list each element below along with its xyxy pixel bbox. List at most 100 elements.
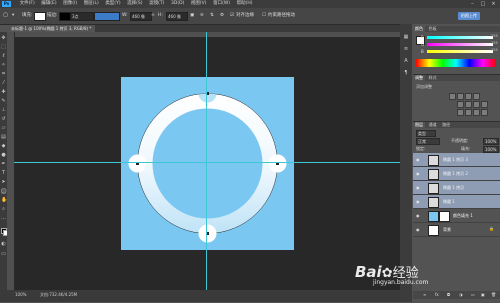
eyedropper-icon[interactable]: ⁄ bbox=[1, 81, 6, 86]
menu-select[interactable]: 选择(S) bbox=[127, 0, 142, 8]
eye-icon[interactable]: ◉ bbox=[416, 171, 420, 176]
paragraph-panel-icon[interactable]: ¶ bbox=[403, 70, 409, 76]
crop-tool-icon[interactable]: ⌗ bbox=[1, 72, 6, 77]
tab-layers[interactable]: 图层 bbox=[413, 122, 425, 128]
eye-icon[interactable]: ◉ bbox=[416, 185, 420, 190]
slider-b[interactable]: B bbox=[421, 49, 493, 54]
vertical-guide[interactable] bbox=[206, 32, 207, 290]
more-tools-icon[interactable]: … bbox=[1, 216, 6, 221]
fill-swatch[interactable] bbox=[34, 12, 46, 21]
curves-icon[interactable] bbox=[465, 93, 472, 100]
menu-edit[interactable]: 编辑(E) bbox=[41, 0, 56, 8]
maximize-button[interactable]: □ bbox=[478, 0, 487, 8]
move-tool-icon[interactable]: ✥ bbox=[1, 36, 6, 41]
upload-badge[interactable]: 拍照上传 bbox=[458, 12, 480, 20]
layer-kind-filter[interactable]: 类型 bbox=[416, 130, 436, 137]
brush-tool-icon[interactable]: ✎ bbox=[1, 99, 6, 104]
magic-wand-icon[interactable]: ✧ bbox=[1, 63, 6, 68]
slider-r[interactable]: R bbox=[421, 35, 493, 40]
properties-panel-icon[interactable]: ≡ bbox=[403, 46, 409, 52]
opacity-field[interactable]: 100% bbox=[483, 138, 499, 145]
levels-icon[interactable] bbox=[457, 93, 464, 100]
healing-brush-icon[interactable]: ✚ bbox=[1, 90, 6, 95]
layer-row[interactable]: ◉ 椭圆 1 bbox=[413, 195, 500, 209]
eye-icon[interactable]: ◉ bbox=[416, 213, 420, 218]
new-layer-icon[interactable]: ▣ bbox=[481, 292, 485, 297]
menu-3d[interactable]: 3D(D) bbox=[171, 0, 184, 8]
character-panel-icon[interactable]: A bbox=[403, 58, 409, 64]
blur-tool-icon[interactable]: ◆ bbox=[1, 144, 6, 149]
horizontal-guide[interactable] bbox=[14, 162, 400, 163]
gradient-map-icon[interactable] bbox=[481, 109, 488, 116]
invert-icon[interactable] bbox=[457, 109, 464, 116]
blend-mode-dropdown[interactable]: 正常 bbox=[416, 138, 440, 145]
zoom-tool-icon[interactable]: ⌕ bbox=[1, 207, 6, 212]
clone-stamp-icon[interactable]: ⊥ bbox=[1, 108, 6, 113]
menu-help[interactable]: 帮助(H) bbox=[237, 0, 253, 8]
pen-tool-icon[interactable]: ✒ bbox=[1, 162, 6, 167]
value-b[interactable]: 255 bbox=[491, 48, 498, 52]
minimize-button[interactable]: – bbox=[468, 0, 477, 8]
link-icon[interactable]: ∞ bbox=[151, 12, 155, 20]
posterize-icon[interactable] bbox=[465, 109, 472, 116]
marquee-tool-icon[interactable]: ⬚ bbox=[1, 45, 6, 50]
value-g[interactable]: 255 bbox=[491, 41, 498, 45]
value-r[interactable]: 255 bbox=[491, 34, 498, 38]
stroke-type-dropdown[interactable] bbox=[94, 12, 120, 21]
brightness-icon[interactable] bbox=[449, 93, 456, 100]
canvas-workspace[interactable] bbox=[15, 38, 400, 290]
layer-mask-thumbnail[interactable] bbox=[439, 211, 450, 222]
menu-image[interactable]: 图像(I) bbox=[63, 0, 77, 8]
ellipse-shape-icon[interactable]: ◯ bbox=[1, 189, 7, 194]
quick-mask-icon[interactable]: ◐ bbox=[1, 242, 6, 247]
slider-g[interactable]: G bbox=[421, 42, 493, 47]
tab-paths[interactable]: 路径 bbox=[440, 122, 452, 128]
vibrance-icon[interactable] bbox=[457, 101, 464, 108]
menu-filter[interactable]: 滤镜(T) bbox=[149, 0, 164, 8]
path-operations-icon[interactable]: ▣ bbox=[190, 12, 194, 20]
zoom-level[interactable]: 100% bbox=[15, 292, 26, 297]
layer-row[interactable]: ◉ 背景 🔒 bbox=[413, 223, 500, 237]
tab-color[interactable]: 颜色 bbox=[413, 26, 425, 32]
type-tool-icon[interactable]: T bbox=[1, 171, 6, 176]
ring-artwork[interactable] bbox=[121, 77, 294, 250]
link-layers-icon[interactable]: ∞ bbox=[423, 292, 426, 297]
trash-icon[interactable]: 🗑 bbox=[491, 292, 496, 297]
tab-adjustments[interactable]: 调整 bbox=[413, 75, 425, 81]
dodge-tool-icon[interactable]: ● bbox=[1, 153, 6, 158]
document-tab[interactable]: 未标题-1 @ 100%(椭圆 1 拷贝 3, RGB/8) * bbox=[7, 25, 96, 32]
tab-swatches[interactable]: 色板 bbox=[427, 26, 439, 32]
eye-icon[interactable]: ◉ bbox=[416, 157, 420, 162]
close-button[interactable]: × bbox=[489, 0, 498, 8]
layer-row[interactable]: ◉ 椭圆 1 拷贝 bbox=[413, 181, 500, 195]
layer-row[interactable]: ◉ 椭圆 1 拷贝 3 bbox=[413, 153, 500, 167]
menu-file[interactable]: 文件(F) bbox=[20, 0, 35, 8]
black-white-icon[interactable] bbox=[481, 101, 488, 108]
ellipse-tool-icon[interactable]: ◯ bbox=[3, 12, 8, 20]
lasso-tool-icon[interactable]: ℓ bbox=[1, 54, 6, 59]
height-field[interactable]: 460 像 bbox=[166, 12, 188, 21]
history-panel-icon[interactable]: ▦ bbox=[403, 34, 409, 40]
width-field[interactable]: 460 像 bbox=[130, 12, 152, 21]
stroke-size-field[interactable]: 3点 bbox=[70, 12, 94, 21]
threshold-icon[interactable] bbox=[473, 109, 480, 116]
group-icon[interactable]: ▭ bbox=[471, 292, 475, 297]
menu-window[interactable]: 窗口(W) bbox=[213, 0, 230, 8]
eraser-tool-icon[interactable]: ▱ bbox=[1, 126, 6, 131]
path-select-icon[interactable]: ➤ bbox=[1, 180, 6, 185]
tab-styles[interactable]: 样式 bbox=[427, 75, 439, 81]
menu-layer[interactable]: 图层(L) bbox=[84, 0, 99, 8]
add-mask-icon[interactable]: ◘ bbox=[447, 292, 450, 297]
color-balance-icon[interactable] bbox=[473, 101, 480, 108]
hue-sat-icon[interactable] bbox=[465, 101, 472, 108]
fill-field[interactable]: 100% bbox=[483, 146, 499, 153]
adjustment-layer-icon[interactable]: ◑ bbox=[459, 292, 463, 297]
hand-tool-icon[interactable]: ✋ bbox=[1, 198, 7, 203]
tab-channels[interactable]: 通道 bbox=[427, 122, 439, 128]
vertical-ruler[interactable] bbox=[7, 32, 15, 290]
color-spectrum[interactable] bbox=[416, 59, 496, 67]
history-brush-icon[interactable]: ↺ bbox=[1, 117, 6, 122]
path-arrange-icon[interactable]: ⇅ bbox=[210, 12, 214, 20]
eye-icon[interactable]: ◉ bbox=[416, 199, 420, 204]
layer-row[interactable]: ◉ 椭圆 1 拷贝 2 bbox=[413, 167, 500, 181]
